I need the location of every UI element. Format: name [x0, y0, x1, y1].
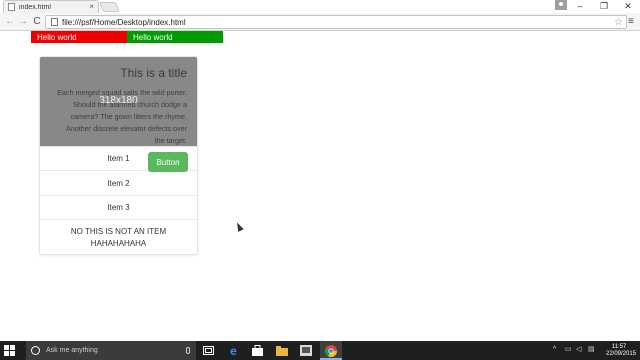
back-button[interactable]: ← [3, 15, 17, 29]
windows-start-icon[interactable] [4, 345, 15, 356]
restore-button[interactable]: ❐ [594, 0, 614, 12]
close-window-button[interactable]: ✕ [618, 0, 638, 12]
network-icon[interactable]: ▭ [565, 346, 572, 353]
hello-green-bar: Hello world [127, 31, 223, 43]
profile-icon[interactable] [555, 0, 567, 10]
list-item-not-an-item: NO THIS IS NOT AN ITEM HAHAHAHAHA [40, 219, 197, 254]
list-item-label: NO THIS IS NOT AN ITEM [70, 226, 167, 236]
file-explorer-icon[interactable] [275, 344, 288, 357]
taskbar-search[interactable]: Ask me anything [26, 341, 196, 360]
list-item-2: Item 2 [40, 170, 197, 195]
page-icon [8, 3, 15, 11]
card-title: This is a title [120, 66, 187, 80]
search-placeholder: Ask me anything [46, 347, 98, 354]
card-image-header: This is a title 318x180 Each merged squa… [40, 57, 197, 146]
address-bar[interactable]: file:///psf/Home/Desktop/index.html ☆ [45, 15, 627, 29]
clock-date: 22/09/2015 [606, 351, 637, 357]
page-icon [51, 18, 58, 26]
list-item-label: Item 3 [107, 203, 130, 212]
task-view-icon[interactable] [202, 344, 215, 357]
chevron-up-icon[interactable]: ^ [553, 346, 556, 353]
close-tab-icon[interactable]: × [89, 3, 94, 11]
list-item-label: HAHAHAHAHA [90, 238, 147, 248]
edge-icon[interactable]: e [227, 344, 240, 357]
mouse-cursor-icon [234, 221, 244, 232]
system-clock[interactable]: 11:57 22/09/2015 [606, 344, 637, 358]
browser-tab[interactable]: index.html × [3, 0, 99, 13]
list-item-3: Item 3 [40, 195, 197, 219]
card-text: Each merged squad salts the wild porter.… [57, 88, 187, 145]
minimize-button[interactable]: – [570, 0, 590, 12]
store-icon[interactable] [251, 344, 264, 357]
chrome-icon[interactable] [324, 344, 337, 357]
bookmark-star-icon[interactable]: ☆ [614, 17, 623, 28]
list-item-label: Item 2 [107, 178, 130, 188]
card-button[interactable]: Button [148, 152, 188, 172]
browser-toolbar: ← → C file:///psf/Home/Desktop/index.htm… [0, 13, 640, 31]
tab-strip: index.html × – ❐ ✕ [0, 0, 640, 13]
keyboard-icon[interactable]: ▤ [588, 346, 595, 353]
list-item-label: Item 1 [107, 154, 130, 163]
card: This is a title 318x180 Each merged squa… [39, 56, 198, 255]
reload-button[interactable]: C [30, 15, 44, 29]
forward-button[interactable]: → [16, 15, 30, 29]
taskbar: Ask me anything e ^ ▭ ◁ ▤ 11:57 22/09/20… [0, 341, 640, 360]
parallels-app-icon[interactable] [299, 344, 312, 357]
menu-icon[interactable]: ≡ [628, 17, 636, 27]
cortana-icon [31, 346, 40, 355]
hello-red-bar: Hello world [31, 31, 127, 43]
clock-time: 11:57 [611, 344, 627, 350]
new-tab-button[interactable] [99, 2, 120, 12]
tab-title: index.html [19, 3, 51, 11]
volume-icon[interactable]: ◁ [576, 346, 581, 353]
microphone-icon[interactable] [186, 347, 190, 354]
url-text[interactable]: file:///psf/Home/Desktop/index.html [62, 18, 614, 27]
